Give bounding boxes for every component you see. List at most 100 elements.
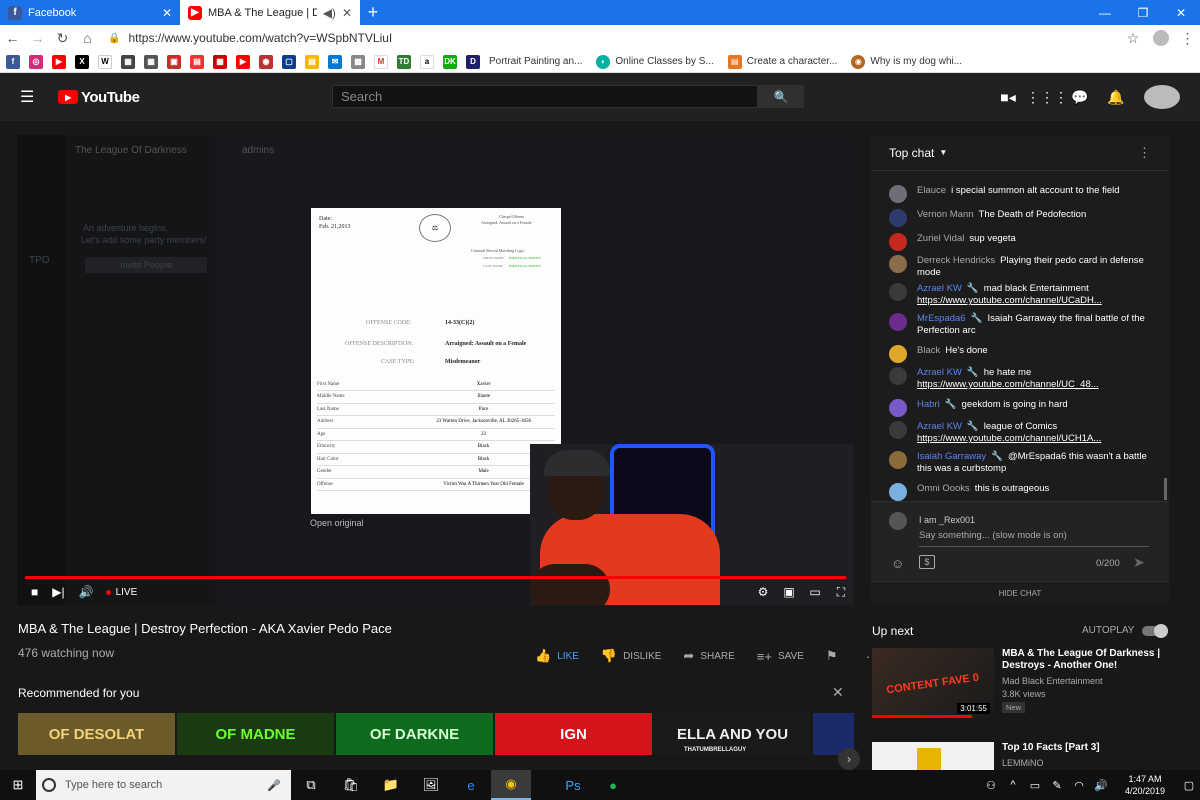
people-icon[interactable]: ⚇ (980, 779, 1002, 792)
fullscreen-icon[interactable]: ⛶ (828, 585, 854, 600)
site-icon[interactable]: ▩ (351, 54, 365, 69)
photos-icon[interactable]: 🖼 (411, 770, 451, 800)
chat-link[interactable]: https://www.youtube.com/channel/UC_48... (917, 379, 1099, 390)
dismiss-recommended-icon[interactable]: ✕ (832, 684, 844, 701)
x-icon[interactable]: X (75, 54, 89, 69)
create-video-icon[interactable]: ■◂ (990, 89, 1026, 106)
chat-message[interactable]: Vernon Mann The Death of Pedofection (889, 209, 1159, 227)
chat-author[interactable]: Vernon Mann (917, 209, 974, 220)
video-channel[interactable]: Mad Black Entertainment (1002, 676, 1103, 686)
send-icon[interactable]: ➤ (1133, 554, 1145, 571)
chat-message[interactable]: Azrael KW 🔧 mad black Entertainment https:… (889, 283, 1159, 307)
tab-facebook[interactable]: f Facebook ✕ (0, 0, 180, 25)
share-button[interactable]: ➦ SHARE (683, 648, 734, 664)
search-input[interactable]: Search (332, 85, 758, 108)
progress-bar[interactable] (25, 576, 846, 579)
chat-avatar[interactable] (889, 367, 907, 385)
chat-author[interactable]: Azrael KW (917, 283, 962, 294)
store-icon[interactable]: 🛍 (331, 770, 371, 800)
site-icon[interactable]: ▦ (213, 54, 227, 69)
superchat-icon[interactable]: $ (919, 555, 935, 569)
taskbar-search[interactable]: Type here to search 🎤 (36, 770, 291, 800)
chat-author[interactable]: Elauce (917, 185, 946, 196)
restore-icon[interactable]: ❐ (1124, 0, 1162, 25)
chat-avatar[interactable] (889, 483, 907, 501)
chat-author[interactable]: Habri (917, 399, 940, 410)
recommended-thumbnail[interactable]: OF MADNE (177, 713, 334, 755)
chat-author[interactable]: Black (917, 345, 940, 356)
open-original-link[interactable]: Open original (310, 518, 364, 528)
file-explorer-icon[interactable]: 📁 (371, 770, 411, 800)
site-icon[interactable]: D (466, 54, 480, 69)
outlook-icon[interactable]: ✉ (328, 54, 342, 69)
recommended-thumbnail[interactable]: OF DESOLAT (18, 713, 175, 755)
chat-scrollbar[interactable] (1164, 478, 1167, 500)
chat-avatar[interactable] (889, 255, 907, 273)
emoji-icon[interactable]: ☺ (891, 556, 904, 571)
url-field[interactable]: 🔒 https://www.youtube.com/watch?v=WSpbNT… (108, 31, 1119, 45)
volume-icon[interactable]: 🔊 (1090, 779, 1112, 792)
dislike-button[interactable]: 👎 DISLIKE (601, 648, 662, 664)
recommended-thumbnail[interactable]: ELLA AND YOU THATUMBRELLAGUY (654, 713, 811, 755)
bookmark-online-classes[interactable]: ◐ Online Classes by S... (596, 54, 714, 69)
new-tab-button[interactable]: + (360, 0, 386, 25)
toggle-switch[interactable] (1142, 623, 1169, 638)
chat-message[interactable]: Derreck Hendricks Playing their pedo card… (889, 255, 1159, 279)
recommended-thumbnail[interactable]: IGN (495, 713, 652, 755)
show-hidden-icons[interactable]: ^ (1002, 779, 1024, 791)
tab-youtube[interactable]: ▶ MBA & The League | Destroy ◀) ✕ (180, 0, 360, 25)
report-flag-button[interactable]: ⚑ (826, 648, 844, 664)
bookmark-portrait[interactable]: Portrait Painting an... (489, 56, 582, 67)
messages-icon[interactable]: 💬 (1062, 89, 1098, 106)
speaker-icon[interactable]: ◀) (323, 6, 336, 20)
hide-chat-button[interactable]: HIDE CHAT (871, 581, 1169, 605)
chat-avatar[interactable] (889, 209, 907, 227)
chat-link[interactable]: https://www.youtube.com/channel/UCH1A... (917, 433, 1101, 444)
chat-avatar[interactable] (889, 345, 907, 363)
live-indicator[interactable]: LIVE (105, 587, 137, 598)
close-icon[interactable]: ✕ (342, 6, 352, 20)
shelf-next-icon[interactable]: › (838, 748, 860, 770)
chat-message[interactable]: Habri 🔧 geekdom is going in hard (889, 399, 1159, 417)
chat-author[interactable]: Derreck Hendricks (917, 255, 995, 266)
site-icon[interactable]: ▤ (305, 54, 319, 69)
bookmark-dog[interactable]: ◉ Why is my dog whi... (851, 54, 962, 69)
upnext-video-1[interactable]: CONTENT FAVE 0 3:01:55 MBA & The League … (872, 648, 1172, 718)
dropdown-arrow-icon[interactable]: ▼ (939, 148, 947, 157)
search-button[interactable]: 🔍 (758, 85, 804, 108)
amazon-icon[interactable]: a (420, 54, 434, 69)
apps-grid-icon[interactable]: ⋮⋮⋮ (1026, 89, 1068, 106)
chat-message[interactable]: Omni Oooks this is outrageous (889, 483, 1159, 501)
action-center-icon[interactable]: ▢ (1178, 779, 1200, 792)
chat-author[interactable]: Omni Oooks (917, 483, 970, 494)
chat-message[interactable]: Black He's done (889, 345, 1159, 363)
photoshop-icon[interactable]: Ps (553, 770, 593, 800)
chat-link[interactable]: https://www.youtube.com/channel/UCaDH... (917, 295, 1102, 306)
miniplayer-icon[interactable]: ▣ (776, 585, 802, 600)
wikipedia-icon[interactable]: W (98, 54, 112, 69)
chat-message[interactable]: MrEspada6 🔧 Isaiah Garraway the final batt… (889, 313, 1159, 337)
next-icon[interactable]: ▶| (52, 585, 64, 599)
close-icon[interactable]: ✕ (162, 6, 172, 20)
video-thumbnail[interactable]: CONTENT FAVE 0 3:01:55 (872, 648, 994, 718)
video-channel[interactable]: LEMMiNO (1002, 758, 1044, 768)
chat-author[interactable]: Zuriel Vidal (917, 233, 964, 244)
youtube-icon[interactable]: ▶ (52, 54, 66, 69)
chat-author[interactable]: Azrael KW (917, 421, 962, 432)
video-title[interactable]: Top 10 Facts [Part 3] (1002, 742, 1162, 754)
home-icon[interactable]: ⌂ (75, 30, 100, 46)
site-icon[interactable]: ▦ (144, 54, 158, 69)
menu-icon[interactable]: ⋮ (1175, 30, 1200, 47)
notifications-bell-icon[interactable]: 🔔 (1098, 89, 1134, 106)
chat-avatar[interactable] (889, 399, 907, 417)
chat-message[interactable]: Azrael KW 🔧 league of Comics https://www.y… (889, 421, 1159, 445)
theater-mode-icon[interactable]: ▭ (802, 585, 828, 600)
chat-input[interactable]: Say something... (slow mode is on) (919, 530, 1149, 547)
video-player[interactable]: The League Of Darkness admins An adventu… (17, 135, 854, 605)
close-window-icon[interactable]: ✕ (1162, 0, 1200, 25)
minimize-icon[interactable]: — (1086, 0, 1124, 25)
chat-menu-icon[interactable]: ⋮ (1138, 145, 1151, 161)
chat-author[interactable]: Isaiah Garraway (917, 451, 986, 462)
chat-avatar[interactable] (889, 185, 907, 203)
chat-message[interactable]: Azrael KW 🔧 he hate me https://www.youtube… (889, 367, 1159, 391)
